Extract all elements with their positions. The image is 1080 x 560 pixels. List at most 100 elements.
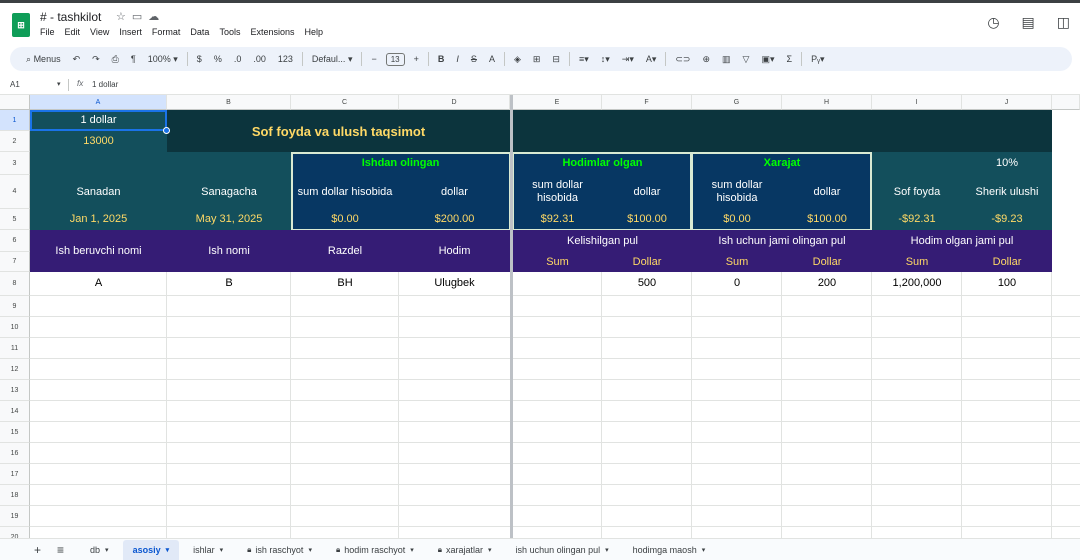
menu-extensions[interactable]: Extensions xyxy=(250,27,294,37)
column-header-e[interactable]: E xyxy=(513,95,602,110)
cell-d8[interactable]: Ulugbek xyxy=(399,272,510,295)
cell-a3[interactable] xyxy=(30,152,167,175)
cloud-status-icon[interactable]: ☁ xyxy=(148,11,165,23)
filter-button[interactable]: ▽ xyxy=(737,49,756,69)
row-header-18[interactable]: 18 xyxy=(0,485,30,506)
cell-h8[interactable]: 200 xyxy=(782,272,872,295)
header-razdel[interactable]: Razdel xyxy=(291,230,399,272)
sheet-tab-ish-raschyot[interactable]: 🔒︎ ish raschyot ▾ xyxy=(237,540,322,560)
print-button[interactable]: ⎙ xyxy=(106,49,125,69)
column-header-j[interactable]: J xyxy=(962,95,1052,110)
cell-i4-label[interactable]: Sof foyda xyxy=(872,175,962,209)
row-header-17[interactable]: 17 xyxy=(0,464,30,485)
insert-link-button[interactable]: ⊂⊃ xyxy=(669,49,696,69)
sheet-tab-ishlar[interactable]: ishlar ▾ xyxy=(183,540,233,560)
name-box-dropdown-icon[interactable]: ▾ xyxy=(57,80,61,88)
menu-insert[interactable]: Insert xyxy=(119,27,142,37)
cell-c8[interactable]: BH xyxy=(291,272,399,295)
header-hodim-olgan-jami[interactable]: Hodim olgan jami pul xyxy=(872,230,1052,252)
increase-decimal-button[interactable]: .00 xyxy=(247,49,272,69)
header-ish-uchun-jami[interactable]: Ish uchun jami olingan pul xyxy=(692,230,872,252)
fill-color-button[interactable]: ◈ xyxy=(508,49,527,69)
cell-e1-j2[interactable] xyxy=(513,110,1052,152)
cell-a1[interactable]: 1 dollar xyxy=(30,110,167,131)
cell-i8[interactable]: 1,200,000 xyxy=(872,272,962,295)
paint-format-button[interactable]: ¶ xyxy=(125,49,142,69)
sheet-tab-ish-uchun-olingan-pul[interactable]: ish uchun olingan pul ▾ xyxy=(506,540,619,560)
section-xarajat[interactable]: Xarajat xyxy=(692,152,872,175)
meet-icon[interactable]: ◫ xyxy=(1057,14,1070,31)
cell-a8[interactable]: A xyxy=(30,272,167,295)
menu-help[interactable]: Help xyxy=(304,27,323,37)
history-icon[interactable]: ◷ xyxy=(987,14,999,31)
cell-b8[interactable]: B xyxy=(167,272,291,295)
text-color-button[interactable]: A xyxy=(483,49,501,69)
cell-e8[interactable] xyxy=(513,272,602,295)
header-sum-i7[interactable]: Sum xyxy=(872,252,962,272)
cell-j8[interactable]: 100 xyxy=(962,272,1052,295)
row-header-14[interactable]: 14 xyxy=(0,401,30,422)
row-header-8[interactable]: 8 xyxy=(0,272,30,296)
column-header-a[interactable]: A xyxy=(30,95,167,110)
decrease-decimal-button[interactable]: .0 xyxy=(228,49,248,69)
all-sheets-icon[interactable]: ≡ xyxy=(57,543,64,557)
row-header-5[interactable]: 5 xyxy=(0,209,30,230)
menu-edit[interactable]: Edit xyxy=(65,27,81,37)
cell-b4-label[interactable]: Sanagacha xyxy=(167,175,291,209)
cell-i3[interactable] xyxy=(872,152,962,175)
cell-c4-label[interactable]: sum dollar hisobida xyxy=(291,175,399,209)
sheet-tab-db[interactable]: db ▾ xyxy=(80,540,119,560)
vertical-align-button[interactable]: ↕▾ xyxy=(595,49,616,69)
row-header-3[interactable]: 3 xyxy=(0,152,30,175)
fill-handle[interactable] xyxy=(163,127,170,134)
text-rotation-button[interactable]: A▾ xyxy=(640,49,663,69)
column-header-b[interactable]: B xyxy=(167,95,291,110)
font-size-input[interactable]: 13 xyxy=(385,52,405,66)
horizontal-align-button[interactable]: ≡▾ xyxy=(573,49,595,69)
sheet-tab-hodimga-maosh[interactable]: hodimga maosh ▾ xyxy=(623,540,716,560)
header-dollar-f7[interactable]: Dollar xyxy=(602,252,692,272)
search-menus-button[interactable]: ⌕ Menus xyxy=(20,49,67,69)
sheet-tab-xarajatlar[interactable]: 🔒︎ xarajatlar ▾ xyxy=(428,540,502,560)
column-header-f[interactable]: F xyxy=(602,95,692,110)
menu-tools[interactable]: Tools xyxy=(219,27,240,37)
row-header-4[interactable]: 4 xyxy=(0,175,30,209)
column-header-k[interactable] xyxy=(1052,95,1080,110)
row-header-6[interactable]: 6 xyxy=(0,230,30,252)
menu-format[interactable]: Format xyxy=(152,27,181,37)
row-header-9[interactable]: 9 xyxy=(0,296,30,317)
row-header-20[interactable]: 20 xyxy=(0,527,30,538)
cell-j3-percent[interactable]: 10% xyxy=(962,152,1052,175)
functions-button[interactable]: Σ xyxy=(780,49,798,69)
star-icon[interactable]: ☆ xyxy=(116,11,132,23)
text-wrap-button[interactable]: ⇥▾ xyxy=(616,49,640,69)
zoom-select[interactable]: 100% ▾ xyxy=(142,49,184,69)
header-sum-e7[interactable]: Sum xyxy=(513,252,602,272)
menu-file[interactable]: File xyxy=(40,27,55,37)
move-folder-icon[interactable]: ▭ xyxy=(132,11,148,23)
row-header-7[interactable]: 7 xyxy=(0,252,30,272)
row-header-15[interactable]: 15 xyxy=(0,422,30,443)
row-header-1[interactable]: 1 xyxy=(0,110,30,131)
row-header-10[interactable]: 10 xyxy=(0,317,30,338)
cell-b5-date[interactable]: May 31, 2025 xyxy=(167,209,291,230)
cell-a4-label[interactable]: Sanadan xyxy=(30,175,167,209)
select-all-corner[interactable] xyxy=(0,95,30,110)
merge-cells-button[interactable]: ⊟ xyxy=(546,49,566,69)
cell-g5-value[interactable]: $0.00 xyxy=(692,209,782,230)
bold-button[interactable]: B xyxy=(432,49,451,69)
document-title[interactable]: # - tashkilot xyxy=(40,10,101,24)
frozen-column-divider[interactable] xyxy=(510,95,513,538)
row-header-12[interactable]: 12 xyxy=(0,359,30,380)
header-sum-g7[interactable]: Sum xyxy=(692,252,782,272)
row-header-16[interactable]: 16 xyxy=(0,443,30,464)
row-header-19[interactable]: 19 xyxy=(0,506,30,527)
redo-button[interactable]: ↷ xyxy=(86,49,106,69)
cell-a5-date[interactable]: Jan 1, 2025 xyxy=(30,209,167,230)
header-dollar-j7[interactable]: Dollar xyxy=(962,252,1052,272)
cell-f8[interactable]: 500 xyxy=(602,272,692,295)
cell-i5-value[interactable]: -$92.31 xyxy=(872,209,962,230)
sheet-tab-hodim-raschyot[interactable]: 🔒︎ hodim raschyot ▾ xyxy=(326,540,424,560)
comments-icon[interactable]: ▤ xyxy=(1022,14,1035,31)
header-kelishilgan-pul[interactable]: Kelishilgan pul xyxy=(513,230,692,252)
